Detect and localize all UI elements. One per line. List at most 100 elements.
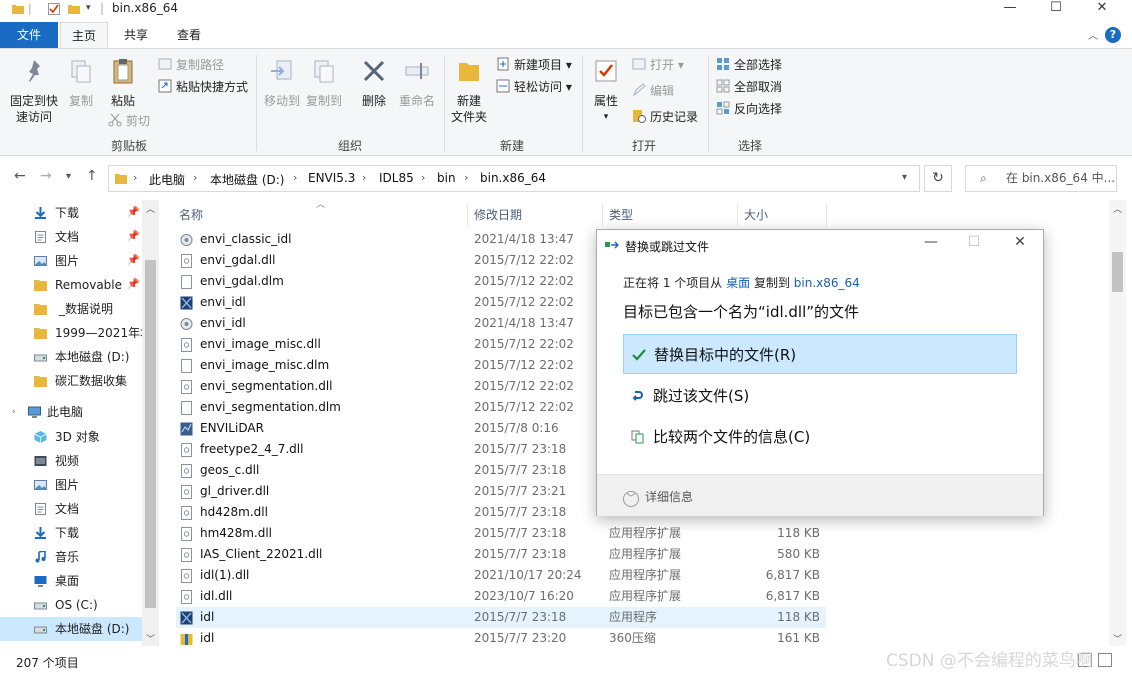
nav-item[interactable]: 音乐 [0, 545, 142, 569]
nav-item[interactable]: 图片 📌 [0, 249, 142, 273]
nav-item[interactable]: 本地磁盘 (D:) [0, 617, 142, 641]
tab-share[interactable]: 共享 [112, 22, 160, 48]
breadcrumb-envi53[interactable]: ENVI5.3 [308, 171, 355, 185]
nav-item[interactable]: 文档 📌 [0, 225, 142, 249]
file-row[interactable]: idl.dll 2023/10/7 16:20 应用程序扩展 6,817 KB [176, 586, 826, 607]
file-row[interactable]: IAS_Client_22021.dll 2015/7/7 23:18 应用程序扩展… [176, 544, 826, 565]
maximize-button[interactable]: ☐ [1033, 0, 1079, 18]
new-folder-icon[interactable] [68, 3, 80, 15]
copy-path-button[interactable]: 复制路径 [158, 55, 224, 75]
column-header-name[interactable]: 名称 [179, 204, 203, 226]
new-item-button[interactable]: 新建项目 ▾ [496, 55, 572, 75]
up-arrow-icon[interactable]: ↑ [86, 168, 98, 184]
file-row[interactable]: idl 2015/7/7 23:18 应用程序 118 KB [176, 607, 826, 628]
address-bar[interactable]: › 此电脑 › 本地磁盘 (D:) › ENVI5.3 › IDL85 › bi… [108, 165, 920, 192]
nav-item[interactable]: 碳汇数据收集 [0, 369, 142, 393]
column-header-type[interactable]: 类型 [609, 204, 633, 226]
edit-button[interactable]: 编辑 [632, 81, 674, 101]
expand-chevron-icon[interactable]: › [12, 400, 16, 424]
tab-home[interactable]: 主页 [60, 22, 108, 48]
nav-item-label: OS (C:) [55, 598, 98, 612]
search-input[interactable]: ⌕ 在 bin.x86_64 中... [965, 165, 1117, 192]
nav-item[interactable]: 本地磁盘 (D:) [0, 345, 142, 369]
open-icon [632, 58, 646, 70]
more-details-toggle[interactable]: ﹀ 详细信息 [623, 488, 693, 507]
paste-button[interactable]: 粘贴 [104, 57, 142, 109]
nav-item[interactable]: 下载 📌 [0, 201, 142, 225]
cut-button[interactable]: 剪切 [108, 111, 150, 131]
nav-scrollbar[interactable]: ︿ ﹀ [142, 200, 159, 646]
nav-item[interactable]: 图片 [0, 473, 142, 497]
nav-item[interactable]: › 此电脑 [0, 400, 142, 424]
large-icons-view-icon[interactable] [1098, 653, 1112, 667]
properties-check-icon[interactable] [48, 3, 60, 15]
source-link[interactable]: 桌面 [726, 276, 750, 290]
nav-item[interactable]: 下载 [0, 521, 142, 545]
back-arrow-icon[interactable]: ← [14, 168, 26, 184]
recent-locations-icon[interactable]: ▾ [66, 171, 71, 182]
dialog-maximize-button[interactable]: ☐ [960, 234, 988, 250]
scroll-up-icon[interactable]: ︿ [146, 202, 155, 215]
delete-button[interactable]: 删除 [356, 57, 392, 109]
address-dropdown-icon[interactable]: ▾ [902, 172, 907, 183]
pin-quick-access-button[interactable]: 固定到快 速访问 [6, 57, 62, 125]
rename-button[interactable]: 重命名 [396, 57, 438, 109]
help-icon[interactable]: ? [1105, 27, 1121, 43]
dialog-close-button[interactable]: ✕ [1006, 234, 1034, 250]
refresh-button[interactable]: ↻ [924, 165, 952, 192]
nav-item[interactable]: 桌面 [0, 569, 142, 593]
customize-quick-access-icon[interactable]: ▾ [86, 3, 91, 13]
file-row[interactable]: idl(1).dll 2021/10/17 20:24 应用程序扩展 6,817 KB [176, 565, 826, 586]
invert-selection-button[interactable]: 反向选择 [716, 99, 782, 119]
breadcrumb-this-pc[interactable]: 此电脑 [149, 171, 185, 188]
copy-button[interactable]: 复制 [64, 57, 98, 109]
new-folder-button[interactable]: 新建 文件夹 [448, 57, 490, 125]
forward-arrow-icon[interactable]: → [40, 168, 52, 184]
dialog-minimize-button[interactable]: — [917, 234, 945, 250]
breadcrumb-bin-x86-64[interactable]: bin.x86_64 [480, 171, 546, 185]
nav-item[interactable]: 视频 [0, 449, 142, 473]
easy-access-button[interactable]: 轻松访问 ▾ [496, 77, 572, 97]
column-separator[interactable] [737, 204, 738, 226]
column-separator[interactable] [602, 204, 603, 226]
nav-item[interactable]: OS (C:) [0, 593, 142, 617]
scroll-down-icon[interactable]: ﹀ [146, 632, 155, 645]
history-button[interactable]: 历史记录 [632, 107, 698, 127]
breadcrumb-bin[interactable]: bin [437, 171, 456, 185]
nav-item[interactable]: _数据说明 [0, 297, 142, 321]
nav-item[interactable]: 3D 对象 [0, 425, 142, 449]
skip-file-option[interactable]: 跳过该文件(S) [623, 376, 1017, 416]
file-date: 2015/7/7 23:18 [474, 610, 567, 624]
file-list-scrollbar[interactable]: ︿ ﹀ [1109, 200, 1126, 646]
nav-scrollbar-thumb[interactable] [145, 260, 156, 608]
collapse-ribbon-icon[interactable]: ︿ [1088, 27, 1098, 42]
paste-shortcut-button[interactable]: 粘贴快捷方式 [158, 77, 248, 97]
tab-file[interactable]: 文件 [0, 22, 58, 48]
file-row[interactable]: idl 2015/7/7 23:20 360压缩 161 KB [176, 628, 826, 649]
move-to-button[interactable]: 移动到 [262, 57, 302, 109]
close-button[interactable]: ✕ [1079, 0, 1125, 18]
nav-item[interactable]: 文档 [0, 497, 142, 521]
select-none-button[interactable]: 全部取消 [716, 77, 782, 97]
file-row[interactable]: hm428m.dll 2015/7/7 23:18 应用程序扩展 118 KB [176, 523, 826, 544]
compare-files-option[interactable]: 比较两个文件的信息(C) [623, 417, 1017, 457]
breadcrumb-drive-d[interactable]: 本地磁盘 (D:) [210, 171, 284, 188]
properties-button[interactable]: 属性 ▾ [588, 57, 624, 125]
replace-file-option[interactable]: 替换目标中的文件(R) [623, 334, 1017, 374]
file-list-scrollbar-thumb[interactable] [1112, 252, 1123, 292]
scroll-down-icon[interactable]: ﹀ [1113, 632, 1122, 645]
minimize-button[interactable]: — [987, 0, 1033, 18]
column-separator[interactable] [826, 204, 827, 226]
column-header-date[interactable]: 修改日期 [474, 204, 522, 226]
scroll-up-icon[interactable]: ︿ [1113, 202, 1122, 215]
destination-link[interactable]: bin.x86_64 [794, 276, 860, 290]
tab-view[interactable]: 查看 [165, 22, 213, 48]
nav-item[interactable]: 1999—2021年地 [0, 321, 142, 345]
column-header-size[interactable]: 大小 [744, 204, 768, 226]
copy-to-button[interactable]: 复制到 [304, 57, 344, 109]
column-separator[interactable] [467, 204, 468, 226]
select-all-button[interactable]: 全部选择 [716, 55, 782, 75]
open-button[interactable]: 打开 ▾ [632, 55, 684, 75]
breadcrumb-idl85[interactable]: IDL85 [379, 171, 414, 185]
nav-item[interactable]: Removable 📌 [0, 273, 142, 297]
